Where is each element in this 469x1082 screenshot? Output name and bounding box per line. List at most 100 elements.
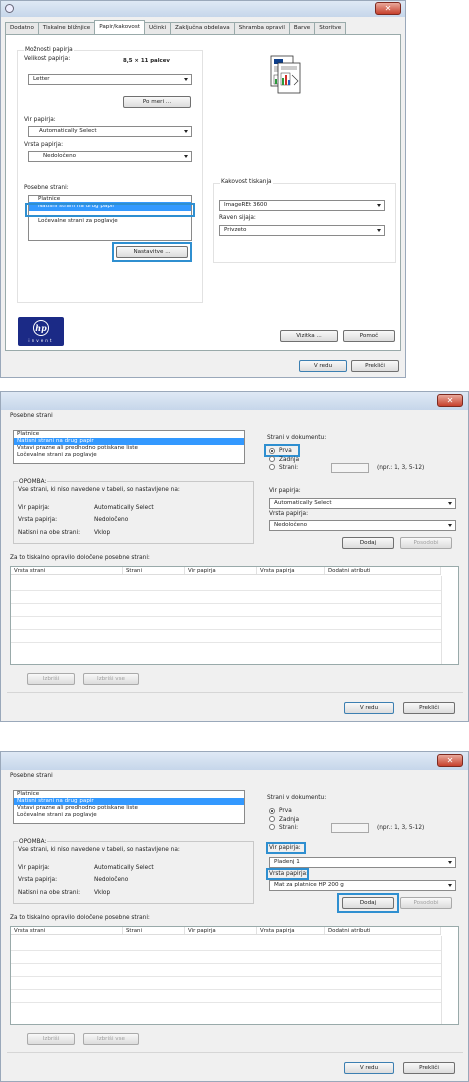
note-source-label: Vir papirja: xyxy=(18,505,50,511)
ok-button[interactable]: V redu xyxy=(344,1062,394,1074)
column-header[interactable]: Vrsta papirja xyxy=(257,567,325,574)
note-label: OPOMBA: xyxy=(18,479,48,485)
paper-type-select[interactable]: Nedoločeno xyxy=(269,520,456,531)
radio-last[interactable] xyxy=(269,816,275,822)
table-scrollbar[interactable] xyxy=(441,576,458,664)
special-pages-title: Posebne strani xyxy=(10,413,53,419)
column-header[interactable]: Vrsta strani xyxy=(11,927,123,934)
list-item[interactable]: Vstavi prazne ali predhodno potiskane li… xyxy=(14,805,244,812)
list-item[interactable]: Platnice xyxy=(14,431,244,438)
paper-type-select[interactable]: Mat za platnice HP 200 g xyxy=(269,880,456,891)
paper-type-select-value: Nedoločeno xyxy=(43,153,77,159)
chevron-down-icon xyxy=(184,130,188,133)
special-pages-table[interactable]: Vrsta strani Strani Vir papirja Vrsta pa… xyxy=(10,566,459,665)
cancel-button[interactable]: Prekliči xyxy=(403,1062,455,1074)
cancel-button[interactable]: Prekliči xyxy=(351,360,399,372)
print-quality-select[interactable]: ImageREt 3600 xyxy=(219,200,385,211)
paper-source-label: Vir papirja: xyxy=(24,117,56,123)
column-header[interactable]: Dodatni atributi xyxy=(325,927,441,934)
paper-source-select-value: Automatically Select xyxy=(274,500,332,506)
radio-pages[interactable] xyxy=(269,824,275,830)
column-header[interactable]: Vir papirja xyxy=(185,567,257,574)
table-row xyxy=(11,989,441,990)
paper-type-select-value: Mat za platnice HP 200 g xyxy=(274,882,344,888)
special-pages-dialog-1: ✕ Posebne strani Platnice Natisni strani… xyxy=(0,391,469,722)
note-text: Vse strani, ki niso navedene v tabeli, s… xyxy=(18,847,180,853)
radio-last[interactable] xyxy=(269,456,275,462)
paper-size-select-value: Letter xyxy=(33,76,50,82)
list-item xyxy=(29,211,191,218)
list-item[interactable]: Vstavi prazne ali predhodno potiskane li… xyxy=(14,445,244,452)
close-button[interactable]: ✕ xyxy=(437,394,463,407)
note-duplex-label: Natisni na obe strani: xyxy=(18,530,81,536)
note-type-label: Vrsta papirja: xyxy=(18,877,58,883)
paper-size-select[interactable]: Letter xyxy=(28,74,192,85)
list-item[interactable]: Ločevalne strani za poglavje xyxy=(14,812,244,819)
column-header[interactable]: Strani xyxy=(123,927,185,934)
table-row xyxy=(11,590,441,591)
tab-effects[interactable]: Učinki xyxy=(143,22,172,34)
tab-job-storage[interactable]: Shramba opravil xyxy=(233,22,290,34)
divider xyxy=(7,1052,463,1053)
help-button[interactable]: Pomoč xyxy=(343,330,395,342)
tab-bar: Dodatno Tiskalne bližnjice Papir/kakovos… xyxy=(5,20,347,34)
table-row xyxy=(11,603,441,604)
paper-source-select[interactable]: Pladenj 1 xyxy=(269,857,456,868)
tab-paper-quality[interactable]: Papir/kakovost xyxy=(94,20,145,34)
table-scrollbar[interactable] xyxy=(441,936,458,1024)
tab-services[interactable]: Storitve xyxy=(314,22,347,34)
custom-size-button[interactable]: Po meri ... xyxy=(123,96,191,108)
cancel-button[interactable]: Prekliči xyxy=(403,702,455,714)
about-button[interactable]: Vizitka ... xyxy=(280,330,338,342)
note-source-label: Vir papirja: xyxy=(18,865,50,871)
note-type-value: Nedoločeno xyxy=(94,877,129,883)
tab-shortcuts[interactable]: Tiskalne bližnjice xyxy=(37,22,96,34)
paper-type-label: Vrsta papirja: xyxy=(269,871,309,877)
paper-source-select-value: Pladenj 1 xyxy=(274,859,300,865)
delete-button: Izbriši xyxy=(27,673,75,685)
radio-pages[interactable] xyxy=(269,464,275,470)
gloss-select[interactable]: Privzeto xyxy=(219,225,385,236)
settings-button[interactable]: Nastavitve ... xyxy=(116,246,188,258)
add-button[interactable]: Dodaj xyxy=(342,897,394,909)
ok-button[interactable]: V redu xyxy=(344,702,394,714)
note-duplex-value: Vklop xyxy=(94,890,111,896)
pages-input[interactable] xyxy=(331,463,369,473)
pages-input[interactable] xyxy=(331,823,369,833)
add-button[interactable]: Dodaj xyxy=(342,537,394,549)
column-header[interactable]: Strani xyxy=(123,567,185,574)
special-pages-table[interactable]: Vrsta strani Strani Vir papirja Vrsta pa… xyxy=(10,926,459,1025)
paper-options-label: Možnosti papirja xyxy=(24,47,74,53)
column-header[interactable]: Vir papirja xyxy=(185,927,257,934)
paper-source-label: Vir papirja: xyxy=(269,488,301,494)
paper-type-select[interactable]: Nedoločeno xyxy=(28,151,192,162)
list-item[interactable]: Platnice xyxy=(14,791,244,798)
note-source-value: Automatically Select xyxy=(94,865,154,871)
table-row xyxy=(11,616,441,617)
close-button[interactable]: ✕ xyxy=(375,2,401,15)
column-header[interactable]: Dodatni atributi xyxy=(325,567,441,574)
update-button: Posodobi xyxy=(400,537,452,549)
list-item[interactable]: Ločevalne strani za poglavje xyxy=(29,218,191,225)
paper-source-select[interactable]: Automatically Select xyxy=(269,498,456,509)
tab-color[interactable]: Barve xyxy=(288,22,316,34)
tab-advanced[interactable]: Dodatno xyxy=(5,22,39,34)
radio-first[interactable] xyxy=(269,808,275,814)
close-button[interactable]: ✕ xyxy=(437,754,463,767)
special-pages-list[interactable]: Platnice Natisni strani na drug papir Vs… xyxy=(13,430,245,464)
paper-type-label: Vrsta papirja: xyxy=(269,511,309,517)
list-item-selected[interactable]: Natisni strani na drug papir xyxy=(29,202,191,211)
note-type-value: Nedoločeno xyxy=(94,517,129,523)
special-pages-list[interactable]: Platnice Natisni strani na drug papir Lo… xyxy=(28,195,192,241)
list-item[interactable]: Ločevalne strani za poglavje xyxy=(14,452,244,459)
radio-first[interactable] xyxy=(269,448,275,454)
column-header[interactable]: Vrsta papirja xyxy=(257,927,325,934)
column-header[interactable]: Vrsta strani xyxy=(11,567,123,574)
tab-finishing[interactable]: Zaključna obdelava xyxy=(170,22,235,34)
special-pages-list[interactable]: Platnice Natisni strani na drug papir Vs… xyxy=(13,790,245,824)
ok-button[interactable]: V redu xyxy=(299,360,347,372)
paper-source-select[interactable]: Automatically Select xyxy=(28,126,192,137)
list-item-selected[interactable]: Natisni strani na drug papir xyxy=(14,438,244,445)
table-row xyxy=(11,950,441,951)
list-item-selected[interactable]: Natisni strani na drug papir xyxy=(14,798,244,805)
